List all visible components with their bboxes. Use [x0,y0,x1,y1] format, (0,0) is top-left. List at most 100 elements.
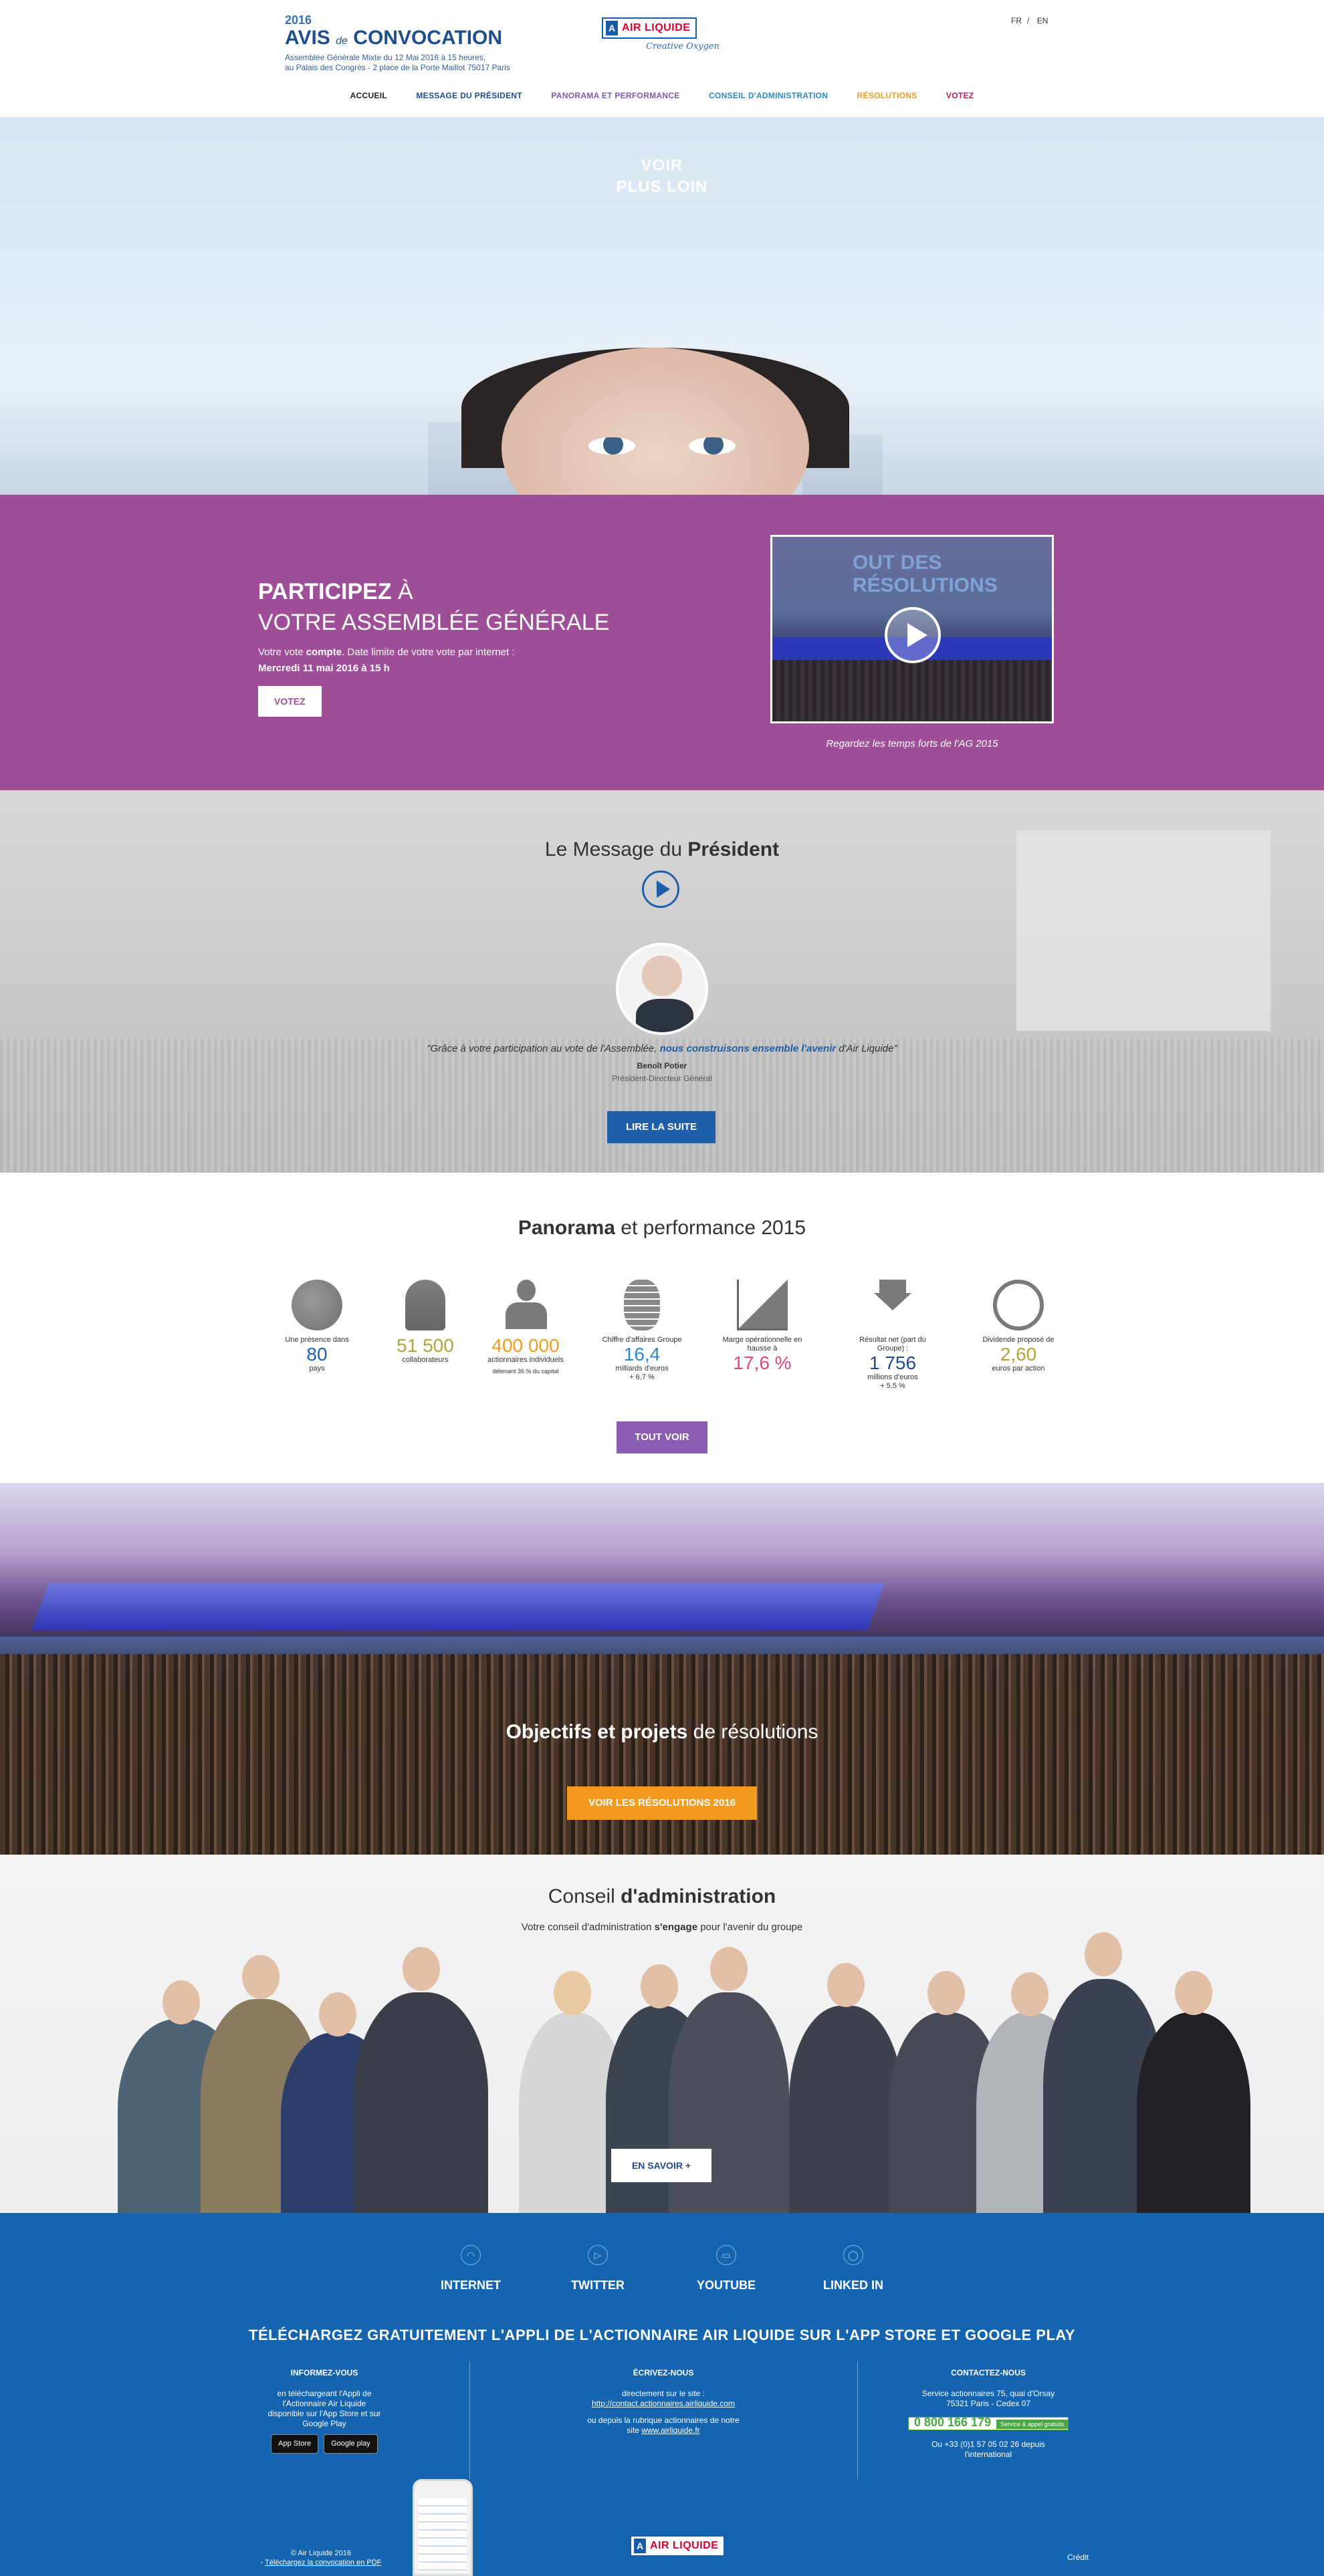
hero-banner: VOIR PLUS LOIN [0,118,1324,495]
phone-free-note: Service & appel gratuits [996,2420,1069,2429]
stat-item: Dividende proposé de 2,60 euros par acti… [975,1280,1062,1373]
footer-divider [469,2361,470,2479]
president-role: Président-Directeur Général [612,1074,712,1083]
title-convocation: CONVOCATION [353,27,503,49]
logo-text: AIR LIQUIDE [650,2540,719,2551]
board-member-head [710,1947,748,1991]
president-title-a: Le Message du [544,838,688,860]
president-title: Le Message du Président [0,838,1324,861]
pie-chart-icon [993,1280,1044,1330]
stat-pre: Marge opérationnelle en hausse à [722,1336,802,1353]
nav-item-message-president[interactable]: MESSAGE DU PRÉSIDENT [416,91,522,100]
stat-item: Marge opérationnelle en hausse à 17,6 % [719,1280,806,1373]
nav-item-panorama[interactable]: PANORAMA ET PERFORMANCE [551,91,679,100]
background-crowd [0,1039,1324,1173]
credit-link[interactable]: Crédit [1067,2553,1089,2562]
stat-post: actionnaires individuels [487,1356,564,1364]
main-nav: ACCUEIL MESSAGE DU PRÉSIDENT PANORAMA ET… [0,91,1324,100]
linkedin-icon: ◯ [843,2245,863,2265]
play-icon[interactable] [642,870,679,908]
stat-value: 400 000 [491,1335,560,1356]
lang-fr-link[interactable]: FR [1011,16,1022,25]
board-member-photo [354,1947,488,2213]
air-liquide-logo[interactable]: A AIR LIQUIDE Creative Oxygen [602,17,720,51]
nav-item-resolutions[interactable]: RÉSOLUTIONS [857,91,917,100]
board-member-head [319,1992,356,2036]
wifi-icon: ◠ [461,2245,481,2265]
stat-post: millions d'euros [867,1373,918,1381]
stat-value: 1 756 [869,1353,917,1373]
stat-post: milliards d'euros [615,1365,669,1373]
president-title-b: Président [687,838,780,860]
board-member-head [1175,1971,1212,2015]
president-quote: "Grâce à votre participation au vote de … [0,1043,1324,1054]
col-title: CONTACTEZ-NOUS [951,2368,1026,2377]
contact-link[interactable]: http://contact.actionnaires.airliquide.c… [503,2399,824,2409]
vote-deadline: Mercredi 11 mai 2016 à 15 h [258,663,390,674]
stat-value: 2,60 [1000,1344,1037,1365]
resolutions-section: Objectifs et projets de résolutions VOIR… [0,1483,1324,1855]
social-label: TWITTER [571,2278,625,2292]
video-title: OUT DES RÉSOLUTIONS [853,552,998,596]
phone-number[interactable]: 0 800 166 179 Service & appel gratuits [907,2416,1069,2430]
col-text: ou depuis la rubrique actionnaires de no… [587,2416,740,2425]
board-member-photo [789,1963,903,2213]
stat-value: 16,4 [623,1344,661,1365]
social-youtube[interactable]: ▭ YOUTUBE [659,2245,793,2293]
site-header: 2016 AVIS de CONVOCATION Assemblée Génér… [0,0,1324,118]
col-title: INFORMEZ-VOUS [290,2368,358,2377]
header-title: AVIS de CONVOCATION [285,27,510,53]
col-text: directement sur le site : [621,2389,705,2398]
participez-title-bold: PARTICIPEZ [258,579,392,604]
nav-item-conseil[interactable]: CONSEIL D'ADMINISTRATION [709,91,828,100]
google-play-badge[interactable]: Google play [324,2434,378,2454]
footer-col-ecrivez: ÉCRIVEZ-NOUS directement sur le site : h… [503,2368,824,2436]
header-year: 2016 [285,13,312,27]
board-member-head [554,1971,591,2015]
social-internet[interactable]: ◠ INTERNET [404,2245,538,2293]
lang-en-link[interactable]: EN [1037,16,1049,25]
nav-item-accueil[interactable]: ACCUEIL [350,91,387,100]
lire-la-suite-button[interactable]: LIRE LA SUITE [607,1111,715,1143]
col-text: Ou +33 (0)1 57 05 02 26 depuis [931,2440,1045,2449]
video-crowd [772,660,1052,721]
panorama-title-b: et performance 2015 [615,1217,806,1239]
copyright: © Air Liquide 2016 [290,2549,352,2557]
ag-video-thumbnail[interactable]: OUT DES RÉSOLUTIONS [770,535,1054,723]
col-text: l'Actionnaire Air Liquide [282,2399,366,2408]
social-linkedin[interactable]: ◯ LINKED IN [786,2245,920,2293]
participez-title-rest: À [391,579,413,604]
website-link[interactable]: www.airliquide.fr [641,2426,699,2435]
title-avis: AVIS [285,27,330,49]
participez-text-line: Votre vote compte. Date limite de votre … [258,645,609,661]
phone-digits: 0 800 166 179 [913,2416,992,2429]
en-savoir-plus-button[interactable]: EN SAVOIR + [611,2149,711,2182]
helmet-icon [405,1280,445,1330]
board-member-photo [1137,1971,1250,2213]
stat-item: Résultat net (part du Groupe) : 1 756 mi… [849,1280,936,1391]
footer-col-contactez: CONTACTEZ-NOUS Service actionnaires 75, … [828,2368,1149,2460]
footer-copyright-block: © Air Liquide 2016 - Téléchargez la conv… [234,2549,408,2567]
nav-item-votez[interactable]: VOTEZ [946,91,974,100]
votez-button[interactable]: VOTEZ [258,686,322,717]
quote-b: nous construisons ensemble l'avenir [659,1043,837,1054]
social-twitter[interactable]: ▷ TWITTER [531,2245,665,2293]
stat-post: pays [309,1365,325,1373]
app-store-badge[interactable]: App Store [271,2434,319,2454]
download-pdf-link[interactable]: Téléchargez la convocation en PDF [265,2559,381,2567]
play-icon[interactable] [885,607,941,663]
voir-resolutions-button[interactable]: VOIR LES RÉSOLUTIONS 2016 [567,1786,757,1820]
video-caption: Regardez les temps forts de l'AG 2015 [826,738,998,749]
conseil-title: Conseil d'administration [0,1885,1324,1908]
logo-box: A AIR LIQUIDE [630,2535,726,2557]
tout-voir-button[interactable]: TOUT VOIR [617,1421,707,1453]
col-text: Service actionnaires 75, quai d'Orsay [921,2389,1055,2398]
logo-mark-icon: A [634,2539,646,2553]
logo-text: AIR LIQUIDE [622,22,691,33]
participez-title: PARTICIPEZ À [258,576,609,607]
footer-logo[interactable]: A AIR LIQUIDE [630,2535,726,2557]
president-section: Le Message du Président "Grâce à votre p… [0,790,1324,1173]
resolutions-title-b: de résolutions [687,1721,818,1743]
stat-post: euros par action [992,1365,1045,1373]
conseil-sub-c: pour l'avenir du groupe [697,1921,803,1933]
